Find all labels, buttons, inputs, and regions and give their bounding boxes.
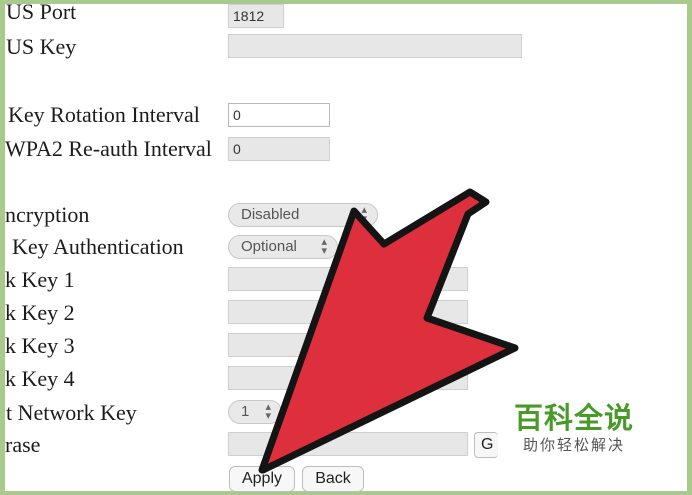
watermark: 百科全说 助你轻松解决 [514,401,634,455]
watermark-subtitle: 助你轻松解决 [523,436,626,454]
watermark-title: 百科全说 [514,401,635,435]
pointer-arrow-shape [258,188,519,474]
